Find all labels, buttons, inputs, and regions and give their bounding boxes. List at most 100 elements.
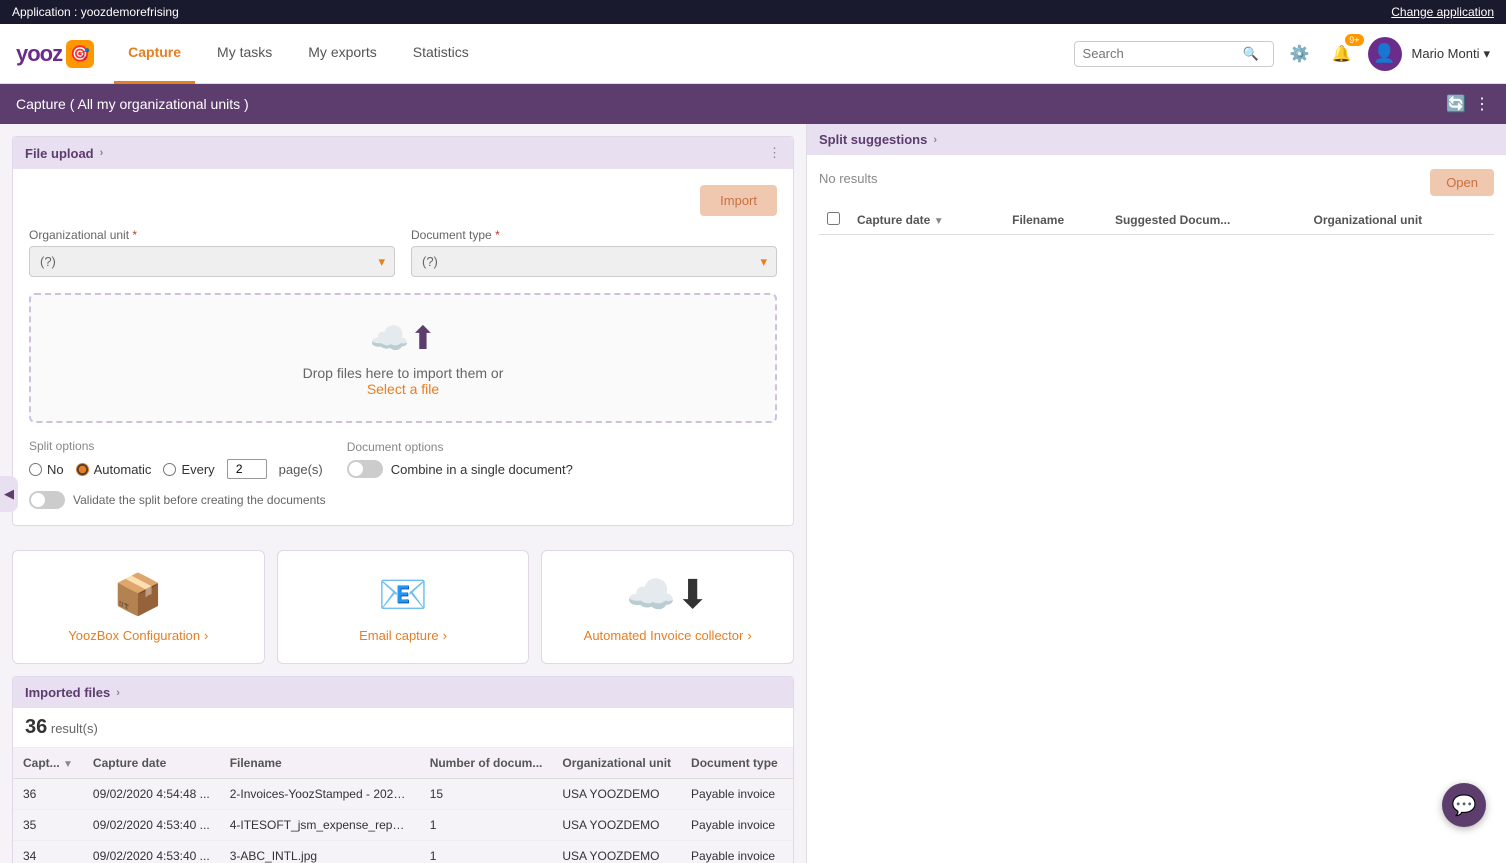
cell-date: 09/02/2020 4:53:40 ...	[83, 810, 220, 841]
search-input[interactable]	[1083, 46, 1243, 61]
col-capture-date[interactable]: Capture date ▼	[849, 206, 1004, 235]
select-all-checkbox[interactable]	[827, 212, 840, 225]
split-radio-group: No Automatic Every page(s)	[29, 459, 323, 479]
user-name[interactable]: Mario Monti ▾	[1412, 46, 1490, 62]
combine-toggle-row: Combine in a single document?	[347, 460, 573, 478]
nav-capture[interactable]: Capture	[114, 24, 195, 84]
table-head: Capt... ▼ Capture date Filename Number o…	[13, 748, 793, 779]
email-capture-icon: 📧	[298, 571, 509, 618]
nav-statistics[interactable]: Statistics	[399, 24, 483, 84]
cell-doctype: Payable invoice	[681, 810, 788, 841]
split-automatic-radio[interactable]	[76, 463, 89, 476]
cell-source: Manual import	[788, 810, 793, 841]
col-filename[interactable]: Filename	[1004, 206, 1107, 235]
table-row[interactable]: 35 09/02/2020 4:53:40 ... 4-ITESOFT_jsm_…	[13, 810, 793, 841]
more-options-icon[interactable]: ⋮	[1474, 94, 1490, 114]
notifications[interactable]: 🔔 9+	[1326, 38, 1358, 70]
import-button[interactable]: Import	[700, 185, 777, 216]
main-content: ◀ File upload › ⋮ Import Organizational …	[0, 124, 1506, 863]
doc-options-label: Document options	[347, 440, 573, 454]
search-icon[interactable]: 🔍	[1243, 46, 1259, 62]
app-name: Application : yoozdemorefrising	[12, 5, 179, 19]
validate-label: Validate the split before creating the d…	[73, 493, 326, 507]
split-automatic-option[interactable]: Automatic	[76, 462, 152, 477]
chat-button[interactable]: 💬	[1442, 783, 1486, 827]
cell-orgunit: USA YOOZDEMO	[552, 841, 681, 863]
drop-text: Drop files here to import them or Select…	[55, 365, 751, 397]
imported-files-title: Imported files ›	[25, 685, 120, 700]
cell-seq: 36	[13, 779, 83, 810]
chevron-down-icon: ▾	[1483, 46, 1490, 62]
drop-zone[interactable]: ☁️⬆ Drop files here to import them or Se…	[29, 293, 777, 423]
cell-numdocs: 1	[420, 841, 553, 863]
form-row: Organizational unit * (?) ▾ Document	[29, 228, 777, 277]
chevron-right-icon: ›	[100, 147, 104, 159]
col-doc-type[interactable]: Document type	[681, 748, 788, 779]
table-row[interactable]: 36 09/02/2020 4:54:48 ... 2-Invoices-Yoo…	[13, 779, 793, 810]
avatar[interactable]: 👤	[1368, 37, 1402, 71]
col-org-unit[interactable]: Organizational unit	[552, 748, 681, 779]
col-org-unit[interactable]: Organizational unit	[1306, 206, 1495, 235]
feature-cards: 📦 YoozBox Configuration › 📧 Email captur…	[0, 538, 806, 676]
col-capture-date[interactable]: Capture date	[83, 748, 220, 779]
logo: yooz 🎯	[16, 40, 94, 68]
invoice-collector-card[interactable]: ☁️⬇ Automated Invoice collector ›	[541, 550, 794, 664]
settings-icon[interactable]: ⚙️	[1284, 38, 1316, 70]
cell-source: Manual import	[788, 779, 793, 810]
imported-files-header: Imported files ›	[13, 677, 793, 708]
combine-toggle[interactable]	[347, 460, 383, 478]
col-seq[interactable]: Capt... ▼	[13, 748, 83, 779]
page-title: Capture ( All my organizational units )	[16, 96, 249, 112]
doc-type-select-wrapper: (?) ▾	[411, 246, 777, 277]
select-file-link[interactable]: Select a file	[367, 381, 439, 397]
col-suggested-doc[interactable]: Suggested Docum...	[1107, 206, 1306, 235]
refresh-icon[interactable]: 🔄	[1446, 94, 1466, 114]
org-unit-label: Organizational unit *	[29, 228, 395, 242]
invoice-collector-label: Automated Invoice collector ›	[562, 628, 773, 643]
doc-type-select[interactable]: (?)	[411, 246, 777, 277]
nav-bar: yooz 🎯 Capture My tasks My exports Stati…	[0, 24, 1506, 84]
cell-date: 09/02/2020 4:54:48 ...	[83, 779, 220, 810]
split-suggestions-title: Split suggestions ›	[819, 132, 937, 147]
col-num-docs[interactable]: Number of docum...	[420, 748, 553, 779]
split-no-option[interactable]: No	[29, 462, 64, 477]
imported-files-section: Imported files › 36 result(s) Capt... ▼	[12, 676, 794, 863]
split-every-radio[interactable]	[163, 463, 176, 476]
chevron-right-icon: ›	[443, 628, 447, 643]
org-unit-select-wrapper: (?) ▾	[29, 246, 395, 277]
nav-items: Capture My tasks My exports Statistics	[114, 24, 1073, 84]
invoice-collector-icon: ☁️⬇	[562, 571, 773, 618]
no-results-label: No results	[819, 167, 878, 198]
sidebar-toggle[interactable]: ◀	[0, 476, 18, 512]
split-header-row: Capture date ▼ Filename Suggested Docum.…	[819, 206, 1494, 235]
split-chevron-icon: ›	[933, 134, 937, 146]
file-upload-more-icon[interactable]: ⋮	[768, 145, 781, 161]
yoozbox-icon: 📦	[33, 571, 244, 618]
search-container: 🔍	[1074, 41, 1274, 67]
cell-seq: 35	[13, 810, 83, 841]
cell-seq: 34	[13, 841, 83, 863]
nav-my-exports[interactable]: My exports	[294, 24, 390, 84]
split-no-radio[interactable]	[29, 463, 42, 476]
yoozbox-card[interactable]: 📦 YoozBox Configuration ›	[12, 550, 265, 664]
col-filename[interactable]: Filename	[220, 748, 420, 779]
col-checkbox[interactable]	[819, 206, 849, 235]
validate-toggle[interactable]	[29, 491, 65, 509]
table-row[interactable]: 34 09/02/2020 4:53:40 ... 3-ABC_INTL.jpg…	[13, 841, 793, 863]
split-every-option[interactable]: Every	[163, 462, 214, 477]
logo-text: yooz	[16, 41, 62, 67]
split-table-head: Capture date ▼ Filename Suggested Docum.…	[819, 206, 1494, 235]
split-top-row: No results Open	[819, 167, 1494, 198]
open-button[interactable]: Open	[1430, 169, 1494, 196]
pages-label: page(s)	[279, 462, 323, 477]
split-suggestions-header: Split suggestions ›	[807, 124, 1506, 155]
change-application[interactable]: Change application	[1391, 5, 1494, 19]
split-every-input[interactable]	[227, 459, 267, 479]
cell-filename: 4-ITESOFT_jsm_expense_report cover 2020.…	[220, 810, 420, 841]
imported-files-table: Capt... ▼ Capture date Filename Number o…	[13, 748, 793, 863]
nav-my-tasks[interactable]: My tasks	[203, 24, 286, 84]
org-unit-select[interactable]: (?)	[29, 246, 395, 277]
sort-icon: ▼	[934, 216, 944, 227]
email-capture-card[interactable]: 📧 Email capture ›	[277, 550, 530, 664]
col-capture-source[interactable]: Capture source	[788, 748, 793, 779]
